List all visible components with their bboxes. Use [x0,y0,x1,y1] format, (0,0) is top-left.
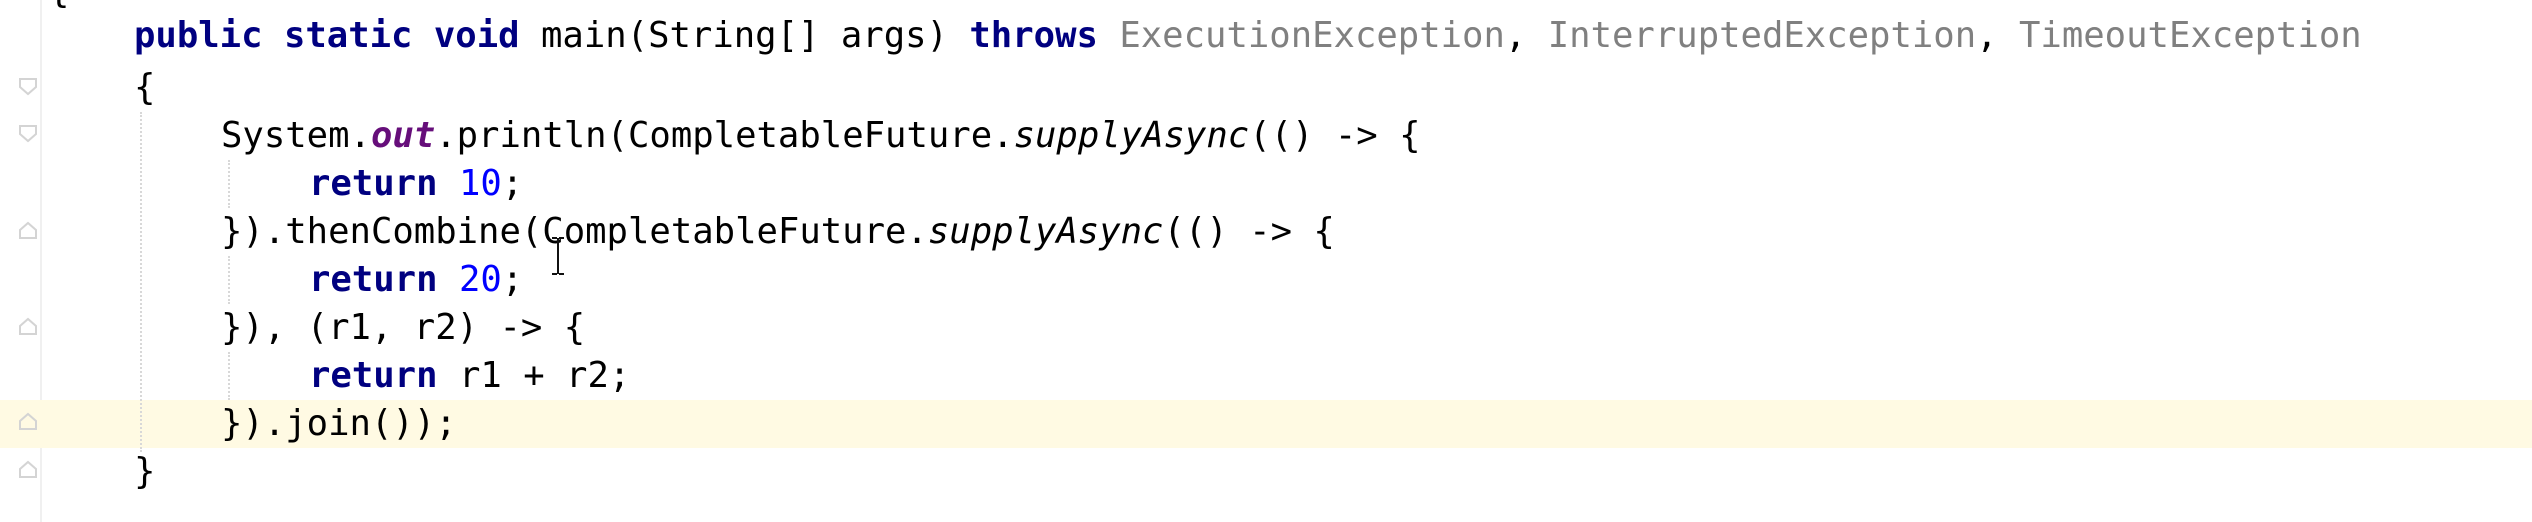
code-token-3-5: (() -> { [1249,115,1421,156]
code-token-3-2: out [370,115,436,156]
code-token-1-7: InterruptedException [1547,15,1977,56]
code-token-5-2: supplyAsync [927,211,1164,252]
code-token-1-9: TimeoutException [2019,15,2362,56]
indent-guide [140,112,144,452]
fold-marker-icon[interactable] [17,411,39,433]
code-token-4-3: 10 [458,163,502,204]
code-line-4-text: return 10; [309,160,523,208]
code-token-6-1: return [309,259,438,300]
indent-guide [228,160,232,208]
code-token-7-1: }), (r1, r2) -> { [221,307,586,348]
code-top-brace: { [48,0,69,11]
code-line-3-text: System.out.println(CompletableFuture.sup… [221,112,1421,160]
code-token-1-1: public static void [134,15,520,56]
code-token-5-1: }).thenCombine(CompletableFuture. [221,211,928,252]
code-token-1-3: throws [969,15,1098,56]
code-token-3-3: .println(CompletableFuture. [435,115,1014,156]
code-line-4[interactable]: return 10; [0,160,2532,208]
fold-marker-icon[interactable] [17,459,39,481]
indent-guide [228,352,232,400]
code-line-1[interactable]: public static void main(String[] args) t… [0,12,2532,60]
code-line-8[interactable]: return r1 + r2; [0,352,2532,400]
code-token-9-1: }).join()); [221,403,457,444]
code-token-10-1: } [134,451,156,492]
code-line-7[interactable]: }), (r1, r2) -> { [0,304,2532,352]
code-token-1-4 [1098,15,1119,56]
code-token-6-4: ; [501,259,524,300]
code-token-4-1: return [309,163,438,204]
fold-marker-icon[interactable] [17,220,39,242]
code-token-2-1: { [134,67,156,108]
code-line-7-text: }), (r1, r2) -> { [221,304,585,352]
code-line-1-text: public static void main(String[] args) t… [134,12,2362,60]
code-line-9-text: }).join()); [221,400,457,448]
code-line-8-text: return r1 + r2; [309,352,630,400]
current-line-highlight[interactable]: }).join()); [0,400,2532,448]
code-line-10-text: } [134,448,155,496]
code-token-1-5: ExecutionException [1119,15,1505,56]
i-beam-cursor-icon [549,236,567,276]
code-token-6-2 [438,259,459,300]
code-token-1-6: , [1504,15,1548,56]
code-line-6[interactable]: return 20; [0,256,2532,304]
indent-guide [228,256,232,304]
code-editor[interactable]: { public static void main(String[] args)… [0,0,2532,522]
code-token-1-2: main(String[] args) [519,15,970,56]
code-token-6-3: 20 [458,259,502,300]
code-token-3-1: System. [221,115,371,156]
code-line-6-text: return 20; [309,256,523,304]
code-token-1-8: , [1976,15,2019,56]
code-token-4-2 [438,163,459,204]
code-line-5-text: }).thenCombine(CompletableFuture.supplyA… [221,208,1335,256]
fold-marker-icon[interactable] [17,75,39,97]
fold-marker-icon[interactable] [17,122,39,144]
code-token-5-3: (() -> { [1163,211,1335,252]
code-token-3-4: supplyAsync [1013,115,1250,156]
code-line-10[interactable]: } [0,448,2532,496]
fold-marker-icon[interactable] [17,316,39,338]
code-line-3[interactable]: System.out.println(CompletableFuture.sup… [0,112,2532,160]
code-token-4-4: ; [501,163,524,204]
code-token-8-1: return [309,355,438,396]
code-line-2[interactable]: { [0,64,2532,112]
code-line-2-text: { [134,64,155,112]
code-token-8-2: r1 + r2; [437,355,631,396]
code-line-5[interactable]: }).thenCombine(CompletableFuture.supplyA… [0,208,2532,256]
